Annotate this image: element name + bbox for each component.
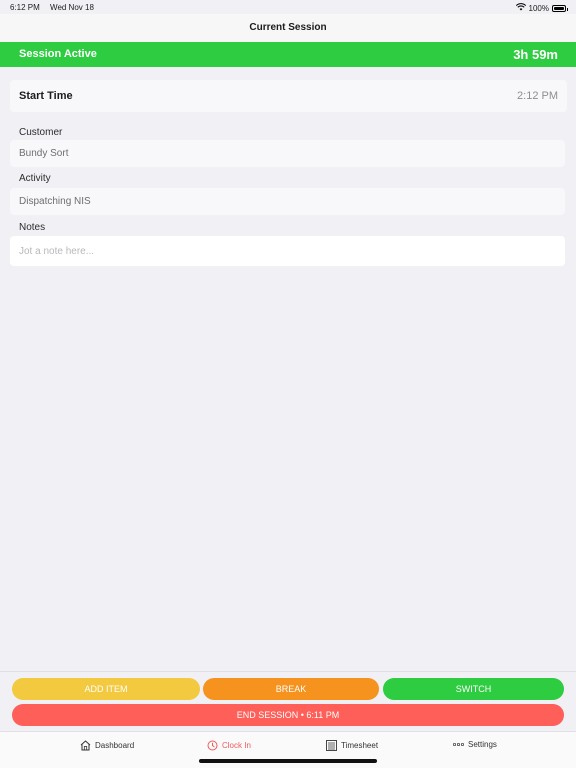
activity-label: Activity [19,173,51,184]
start-time-label: Start Time [19,90,73,102]
start-time-value: 2:12 PM [517,90,558,102]
session-actions: ADD ITEM BREAK SWITCH END SESSION • 6:11… [0,671,576,731]
switch-button[interactable]: SWITCH [383,678,564,700]
tab-clock-in[interactable]: Clock In [207,740,251,751]
wifi-icon [515,3,526,13]
customer-label: Customer [19,127,63,138]
home-icon [80,740,91,751]
clock-icon [207,740,218,751]
battery-percent: 100% [528,3,549,13]
battery-icon [552,4,568,12]
tab-timesheet[interactable]: Timesheet [326,740,378,751]
notes-input[interactable] [15,238,556,264]
tab-dashboard-label: Dashboard [95,741,135,750]
timesheet-icon [326,740,337,751]
activity-value: Dispatching NIS [19,196,91,207]
notes-container [10,236,565,266]
status-date: Wed Nov 18 [50,3,94,12]
add-item-button[interactable]: ADD ITEM [12,678,200,700]
session-elapsed-timer: 3h 59m [513,47,558,62]
tab-settings-label: Settings [468,740,497,749]
tab-dashboard[interactable]: Dashboard [80,740,134,751]
break-button[interactable]: BREAK [203,678,379,700]
end-session-button[interactable]: END SESSION • 6:11 PM [12,704,564,726]
status-time: 6:12 PM [10,3,40,12]
tab-timesheet-label: Timesheet [341,741,379,750]
start-time-card[interactable]: Start Time 2:12 PM [10,80,567,112]
session-status-banner: Session Active 3h 59m [0,42,576,67]
page-title: Current Session [249,22,327,33]
status-bar: 6:12 PM Wed Nov 18 100% [0,0,576,14]
dots-icon [453,742,464,747]
home-indicator [199,759,377,763]
activity-field[interactable]: Dispatching NIS [10,188,565,215]
tab-settings[interactable]: Settings [453,740,497,749]
customer-field[interactable]: Bundy Sort [10,140,565,167]
session-status-label: Session Active [19,48,97,60]
tab-clock-in-label: Clock In [222,741,251,750]
customer-value: Bundy Sort [19,148,69,159]
notes-label: Notes [19,222,46,233]
navigation-bar: Current Session [0,14,576,42]
